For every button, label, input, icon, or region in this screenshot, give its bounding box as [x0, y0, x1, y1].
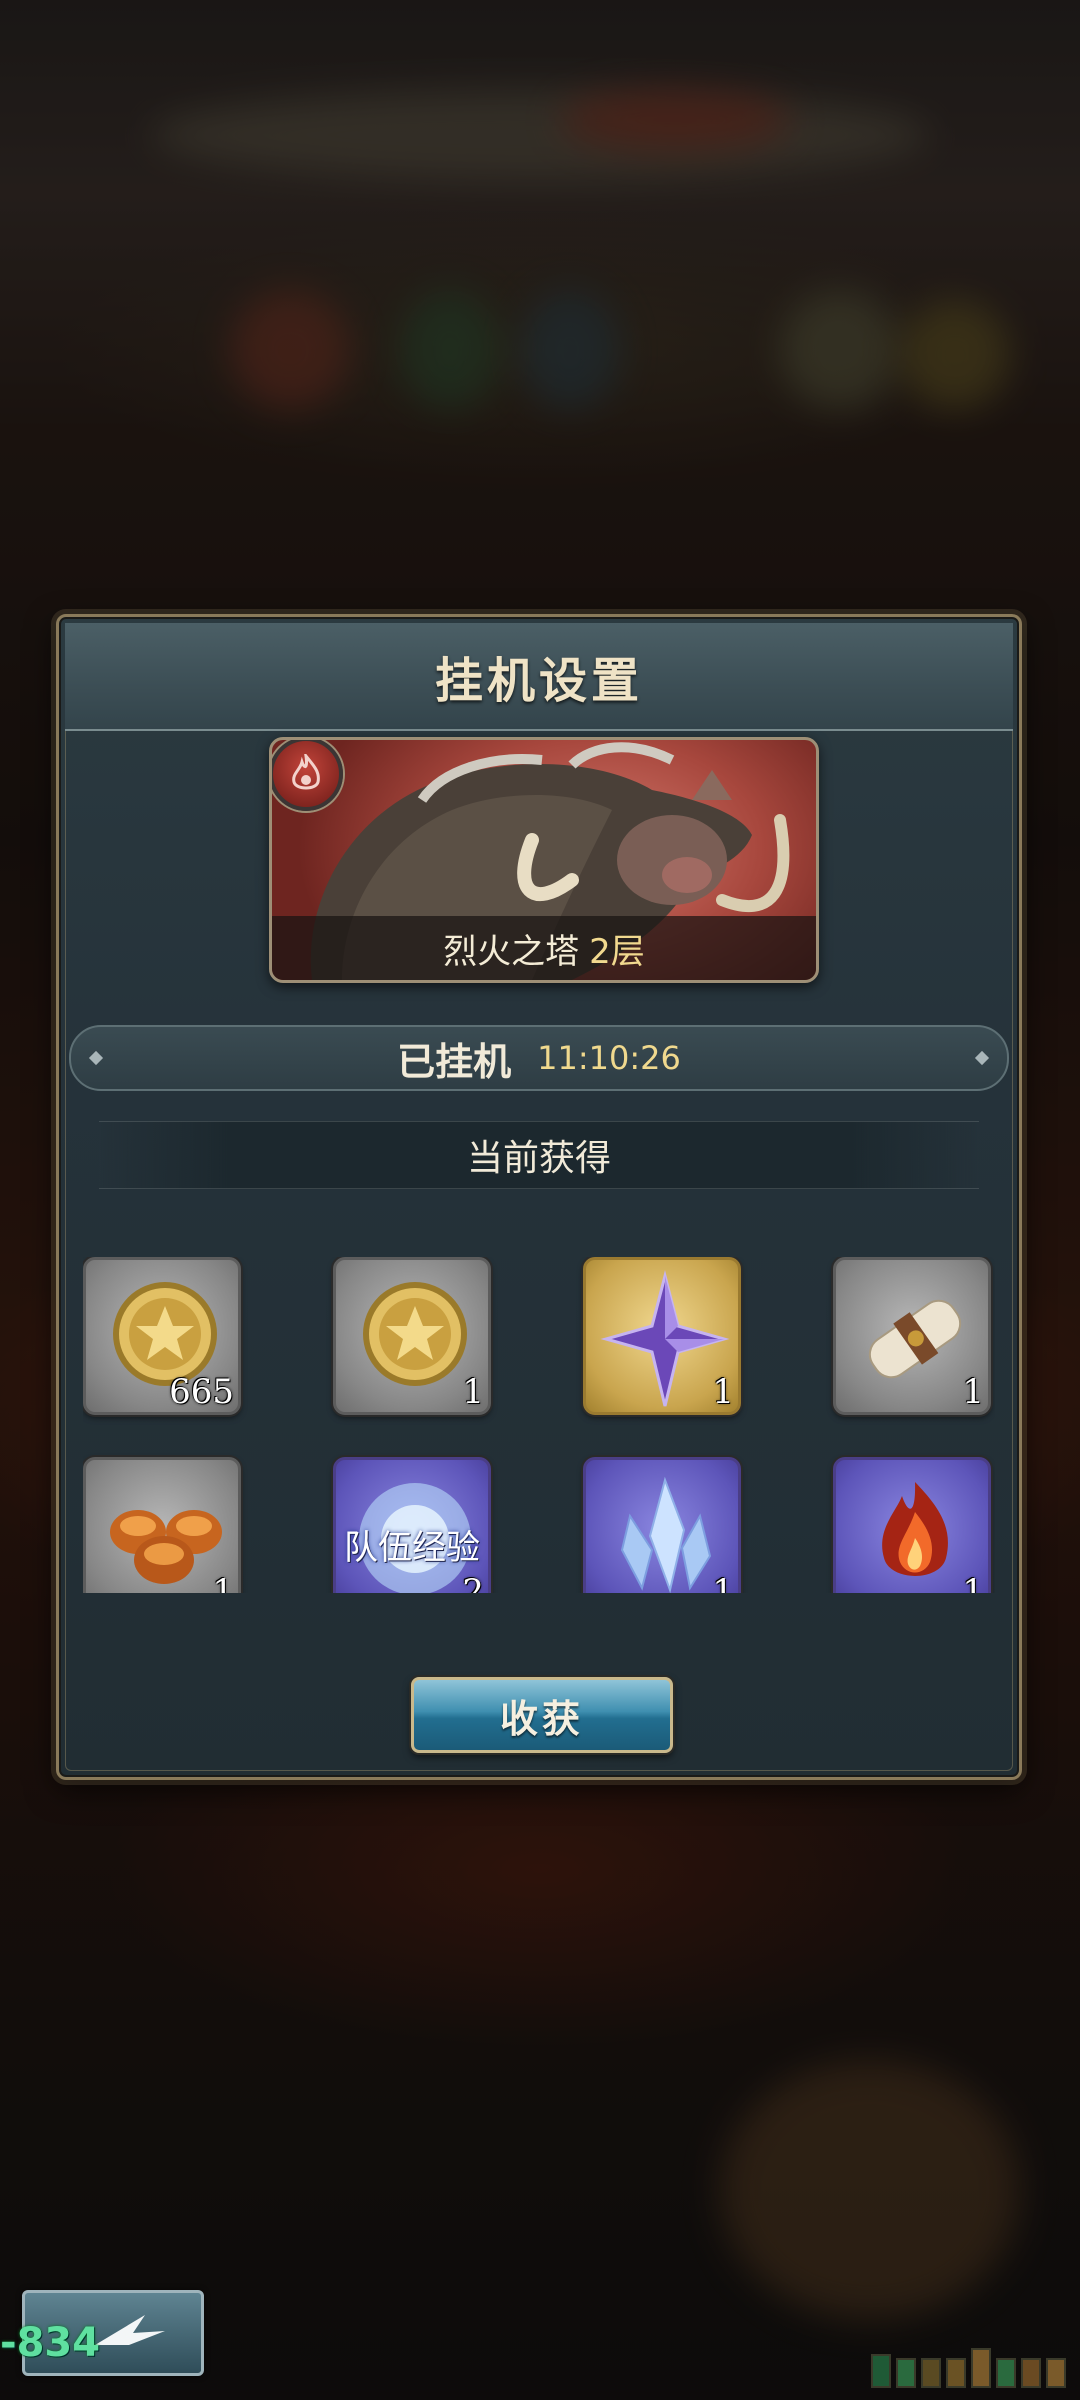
- fire-element-icon: [272, 740, 343, 811]
- team-exp-label: 队伍经验: [344, 1528, 480, 1568]
- meter-bar: [1046, 2358, 1066, 2388]
- dialog-header: 挂机设置: [65, 623, 1013, 731]
- reward-qty: 1: [712, 1572, 734, 1593]
- meter-bar: [971, 2348, 991, 2388]
- meter-bar: [946, 2358, 966, 2388]
- reward-qty: 1: [962, 1572, 984, 1593]
- idle-settings-dialog: 挂机设置 烈火之塔 2层 已挂机 11:10:26 当前获得 665 1 1 1…: [56, 614, 1022, 1780]
- reward-qty: 2: [462, 1572, 484, 1593]
- harvest-button[interactable]: 收获: [411, 1677, 673, 1753]
- stage-banner[interactable]: 烈火之塔 2层: [269, 737, 819, 983]
- reward-item[interactable]: 1: [83, 1457, 241, 1593]
- stage-name-text: 烈火之塔: [443, 931, 580, 972]
- meter-bar: [1021, 2358, 1041, 2388]
- reward-qty: 1: [712, 1372, 734, 1412]
- dialog-title: 挂机设置: [434, 653, 643, 709]
- reward-item[interactable]: 665: [83, 1257, 241, 1415]
- reward-qty: 665: [169, 1372, 234, 1412]
- reward-qty: 1: [212, 1572, 234, 1593]
- meter-bar: [996, 2358, 1016, 2388]
- reward-item[interactable]: 1: [833, 1257, 991, 1415]
- status-meters: [871, 2348, 1066, 2388]
- meter-bar: [896, 2358, 916, 2388]
- meter-bar: [921, 2358, 941, 2388]
- reward-item[interactable]: 1: [333, 1257, 491, 1415]
- hud-counter: -834: [0, 2320, 101, 2366]
- idle-label: 已挂机: [397, 1039, 512, 1084]
- diamond-ornament-icon: [974, 1050, 990, 1066]
- reward-qty: 1: [462, 1372, 484, 1412]
- rewards-grid[interactable]: 665 1 1 1 1 队伍经验 2 1 1: [83, 1257, 995, 1593]
- idle-timer: 11:10:26: [537, 1039, 681, 1077]
- stage-name: 烈火之塔 2层: [272, 916, 816, 980]
- idle-status-bar: 已挂机 11:10:26: [69, 1025, 1009, 1091]
- reward-item[interactable]: 1: [833, 1457, 991, 1593]
- reward-item[interactable]: 1: [583, 1457, 741, 1593]
- reward-item[interactable]: 1: [583, 1257, 741, 1415]
- diamond-ornament-icon: [88, 1050, 104, 1066]
- current-rewards-heading: 当前获得: [99, 1121, 979, 1189]
- reward-item[interactable]: 队伍经验 2: [333, 1457, 491, 1593]
- meter-bar: [871, 2354, 891, 2388]
- stage-floor: 2层: [589, 931, 645, 972]
- reward-qty: 1: [962, 1372, 984, 1412]
